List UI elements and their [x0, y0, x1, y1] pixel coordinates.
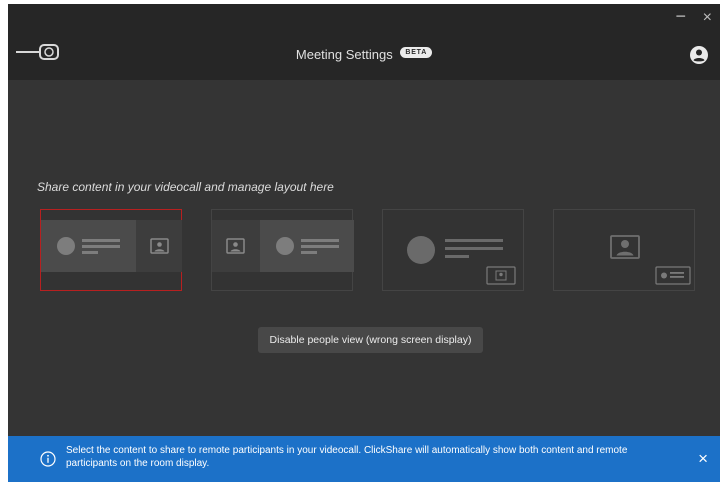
minimize-button[interactable]: −	[675, 7, 686, 25]
info-banner: Select the content to share to remote pa…	[8, 436, 720, 482]
title-text: Meeting Settings	[295, 47, 393, 63]
layout-option-people-with-content-inset[interactable]	[553, 209, 695, 291]
layout-option-people-and-content[interactable]	[211, 209, 354, 291]
layout-option-content-with-people-inset[interactable]	[382, 209, 524, 291]
user-account-icon[interactable]	[690, 46, 708, 64]
window-title: Meeting Settings BETA	[8, 46, 720, 62]
layout-option-content-and-people[interactable]	[40, 209, 182, 291]
close-icon[interactable]: ×	[698, 450, 708, 467]
section-heading: Share content in your videocall and mana…	[37, 180, 334, 194]
title-bar: − × Meeting Settings BETA	[8, 4, 720, 80]
beta-badge: BETA	[400, 47, 433, 59]
banner-message: Select the content to share to remote pa…	[66, 445, 628, 469]
app-window: − × Meeting Settings BETA Share content …	[8, 4, 720, 482]
disable-people-view-button[interactable]: Disable people view (wrong screen displa…	[258, 327, 483, 353]
info-icon	[40, 451, 56, 467]
window-close-button[interactable]: ×	[703, 10, 712, 26]
